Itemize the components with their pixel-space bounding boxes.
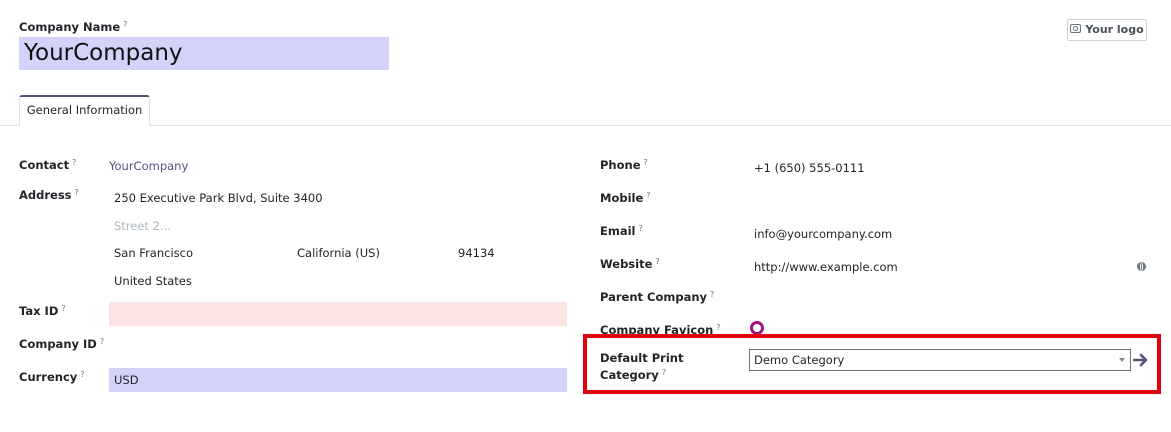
help-tooltip-icon[interactable]: ? (662, 368, 666, 377)
globe-icon[interactable] (1137, 262, 1146, 271)
website-label: Website? (600, 257, 660, 271)
address-label: Address? (19, 188, 79, 202)
help-tooltip-icon[interactable]: ? (655, 257, 659, 266)
help-tooltip-icon[interactable]: ? (75, 188, 79, 197)
contact-label: Contact? (19, 158, 77, 172)
tab-divider (0, 125, 1171, 126)
tax-id-input[interactable] (109, 302, 567, 326)
country-field[interactable]: United States (114, 274, 192, 288)
camera-icon (1070, 24, 1082, 33)
email-label: Email? (600, 224, 643, 238)
website-field[interactable]: http://www.example.com (754, 260, 898, 274)
currency-input[interactable]: USD (109, 368, 567, 392)
dropdown-caret-icon (1119, 358, 1125, 362)
email-field[interactable]: info@yourcompany.com (754, 227, 892, 241)
help-tooltip-icon[interactable]: ? (646, 191, 650, 200)
currency-label: Currency? (19, 370, 85, 384)
default-print-category-select[interactable]: Demo Category (749, 349, 1131, 371)
default-print-category-label: Default Print (600, 351, 684, 365)
city-field[interactable]: San Francisco (114, 246, 193, 260)
phone-label: Phone? (600, 158, 648, 172)
help-tooltip-icon[interactable]: ? (72, 158, 76, 167)
street2-field[interactable]: Street 2... (114, 219, 171, 233)
company-name-label: Company Name? (19, 20, 128, 34)
company-name-input[interactable]: YourCompany (19, 37, 389, 70)
street-field[interactable]: 250 Executive Park Blvd, Suite 3400 (114, 191, 323, 205)
help-tooltip-icon[interactable]: ? (80, 370, 84, 379)
mobile-label: Mobile? (600, 191, 651, 205)
help-tooltip-icon[interactable]: ? (710, 290, 714, 299)
help-tooltip-icon[interactable]: ? (644, 158, 648, 167)
help-tooltip-icon[interactable]: ? (61, 304, 65, 313)
help-tooltip-icon[interactable]: ? (123, 20, 127, 29)
phone-field[interactable]: +1 (650) 555-0111 (754, 161, 865, 175)
zip-field[interactable]: 94134 (458, 246, 495, 260)
parent-company-label: Parent Company? (600, 290, 715, 304)
company-id-label: Company ID? (19, 337, 105, 351)
upload-logo-button[interactable]: Your logo (1067, 19, 1147, 41)
help-tooltip-icon[interactable]: ? (100, 337, 104, 346)
internal-link-arrow-icon[interactable] (1133, 352, 1149, 368)
tab-general-information[interactable]: General Information (19, 95, 150, 126)
favicon-icon[interactable] (750, 321, 764, 335)
contact-link[interactable]: YourCompany (109, 159, 188, 173)
help-tooltip-icon[interactable]: ? (638, 224, 642, 233)
help-tooltip-icon[interactable]: ? (716, 323, 720, 332)
state-field[interactable]: California (US) (297, 246, 380, 260)
default-print-category-label-line2: Category? (600, 368, 667, 382)
tax-id-label: Tax ID? (19, 304, 66, 318)
